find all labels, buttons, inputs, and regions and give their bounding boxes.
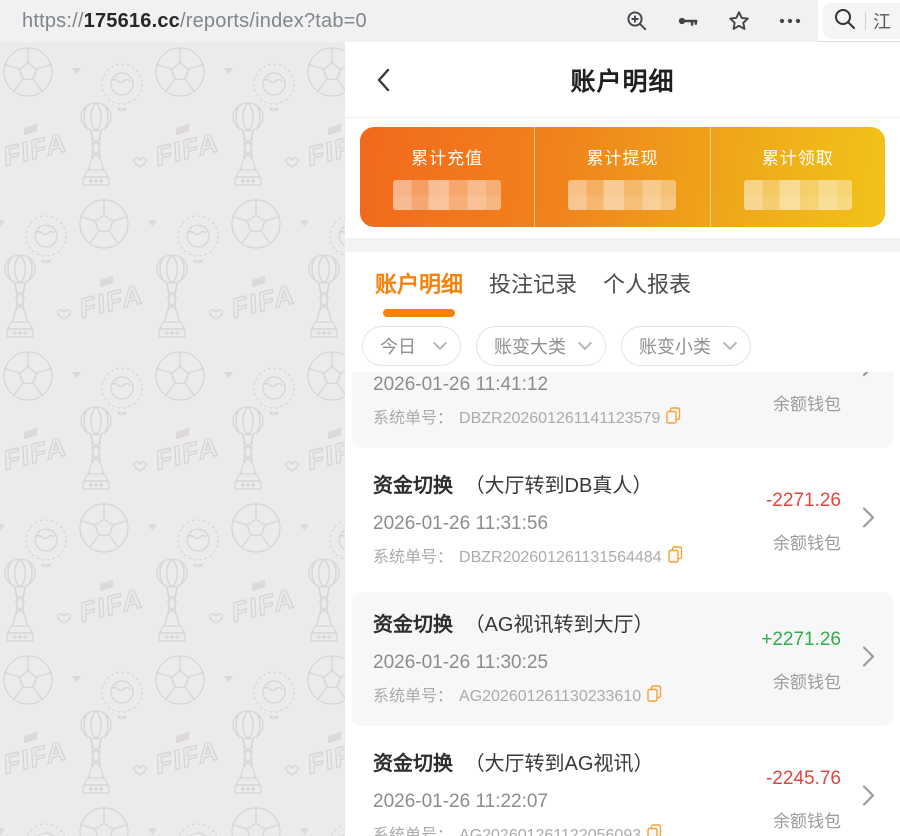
summary-total-withdraw: 累计提现 [534, 127, 709, 227]
order-number: AG202601261122056093 [459, 825, 641, 836]
transaction-type: 资金切换 [373, 753, 453, 775]
url-path: /reports/index?tab=0 [180, 10, 367, 32]
fifa-watermark-background: FIFA [0, 42, 345, 836]
chevron-down-icon [578, 336, 592, 350]
more-menu-icon[interactable] [778, 9, 802, 33]
address-bar[interactable]: https://175616.cc/reports/index?tab=0 [0, 0, 818, 42]
transaction-time: 2026-01-26 11:22:07 [373, 789, 766, 815]
transaction-time: 2026-01-26 11:31:56 [373, 511, 766, 537]
amount: -2271.26 [766, 489, 841, 513]
transaction-note: （大厅转到DB真人） [465, 475, 653, 497]
blurred-amount [744, 180, 852, 210]
filter-label: 账变大类 [494, 333, 566, 359]
order-label: 系统单号： [373, 408, 453, 430]
chevron-right-icon[interactable] [857, 372, 879, 384]
copy-icon[interactable] [647, 824, 662, 836]
tab-account-details[interactable]: 账户明细 [375, 267, 463, 299]
filter-label: 今日 [380, 333, 416, 359]
chevron-right-icon[interactable] [857, 505, 879, 536]
back-button[interactable] [371, 66, 399, 94]
transaction-row[interactable]: 资金切换 （大厅转到AG视讯） 2026-01-26 11:22:07 系统单号… [352, 731, 893, 836]
summary-label: 累计充值 [411, 144, 483, 169]
filter-bar: 今日 账变大类 账变小类 [345, 321, 900, 372]
tab-personal-report[interactable]: 个人报表 [603, 267, 691, 299]
zoom-in-icon[interactable] [625, 9, 649, 33]
summary-label: 累计领取 [762, 144, 834, 169]
tab-bar: 账户明细 投注记录 个人报表 [345, 252, 900, 321]
date-filter-dropdown[interactable]: 今日 [362, 326, 461, 366]
amount: +2271.26 [761, 628, 841, 652]
wallet-label: 余额钱包 [761, 390, 841, 415]
chevron-right-icon[interactable] [857, 644, 879, 675]
order-label: 系统单号： [373, 825, 453, 836]
search-icon[interactable] [833, 7, 857, 36]
major-category-dropdown[interactable]: 账变大类 [476, 326, 606, 366]
transaction-note: （AG视讯转到大厅） [465, 614, 654, 636]
transaction-note: （大厅转到AG视讯） [465, 753, 654, 775]
page-header: 账户明细 [345, 42, 900, 118]
transaction-row[interactable]: 资金切换 （大厅转到DB真人） 2026-01-26 11:31:56 系统单号… [352, 453, 893, 587]
url-domain: 175616.cc [84, 10, 180, 32]
transaction-time: 2026-01-26 11:30:25 [373, 650, 761, 676]
wallet-label: 余额钱包 [766, 807, 841, 832]
summary-card-section: 累计充值 累计提现 累计领取 [345, 118, 900, 238]
wallet-label: 余额钱包 [766, 529, 841, 554]
wallet-label: 余额钱包 [761, 668, 841, 693]
blurred-amount [393, 180, 501, 210]
chevron-down-icon [723, 336, 737, 350]
find-in-page-box[interactable]: 江 [823, 3, 900, 39]
transaction-list[interactable]: 2026-01-26 11:41:12 系统单号： DBZR2026012611… [345, 372, 900, 836]
bookmark-star-icon[interactable] [727, 9, 751, 33]
transaction-row[interactable]: 资金切换 （AG视讯转到大厅） 2026-01-26 11:30:25 系统单号… [352, 592, 893, 726]
report-page: 账户明细 累计充值 累计提现 累计领取 账户明细 [345, 42, 900, 836]
order-label: 系统单号： [373, 686, 453, 708]
order-number: AG202601261130233610 [459, 686, 641, 708]
filter-label: 账变小类 [639, 333, 711, 359]
transaction-type: 资金切换 [373, 475, 453, 497]
key-icon[interactable] [676, 9, 700, 33]
blurred-amount [568, 180, 676, 210]
amount: -2245.76 [766, 767, 841, 791]
divider [865, 12, 866, 30]
section-divider [345, 238, 900, 252]
url-scheme: https:// [22, 10, 84, 32]
copy-icon[interactable] [668, 546, 683, 570]
order-label: 系统单号： [373, 547, 453, 569]
copy-icon[interactable] [647, 685, 662, 709]
browser-bar: https://175616.cc/reports/index?tab=0 [0, 0, 900, 42]
summary-label: 累计提现 [586, 144, 658, 169]
page-title: 账户明细 [570, 62, 674, 98]
copy-icon[interactable] [666, 407, 681, 431]
summary-card: 累计充值 累计提现 累计领取 [360, 127, 885, 227]
order-number: DBZR202601261131564484 [459, 547, 662, 569]
order-number: DBZR202601261141123579 [459, 408, 660, 430]
minor-category-dropdown[interactable]: 账变小类 [621, 326, 751, 366]
find-query-text[interactable]: 江 [873, 8, 891, 34]
url-text[interactable]: https://175616.cc/reports/index?tab=0 [22, 10, 625, 33]
summary-total-claim: 累计领取 [710, 127, 885, 227]
amount: +2330.76 [761, 372, 841, 374]
tab-bet-records[interactable]: 投注记录 [489, 267, 577, 299]
transaction-row[interactable]: 2026-01-26 11:41:12 系统单号： DBZR2026012611… [352, 372, 893, 448]
transaction-type: 资金切换 [373, 614, 453, 636]
active-tab-indicator [383, 309, 455, 317]
summary-total-deposit: 累计充值 [360, 127, 534, 227]
chevron-down-icon [433, 336, 447, 350]
transaction-time: 2026-01-26 11:41:12 [373, 372, 761, 398]
chevron-right-icon[interactable] [857, 783, 879, 814]
